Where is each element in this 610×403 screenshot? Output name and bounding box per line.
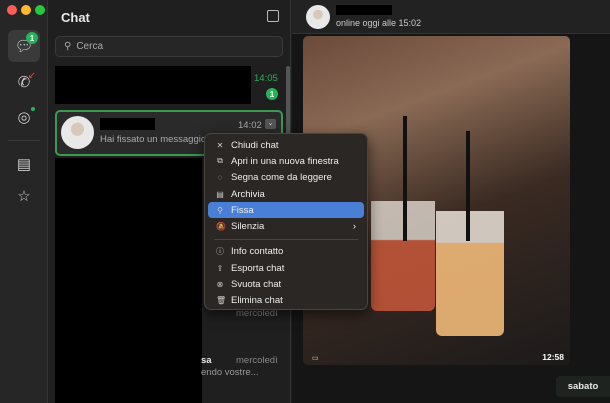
menu-item-archivia[interactable]: ▤ Archivia [208,186,364,202]
date-chip: sabato [556,376,610,397]
menu-item-label: Svuota chat [231,279,282,291]
chats-nav-button[interactable]: 💬︎ 1 [8,30,40,62]
status-nav-button[interactable]: ◎ [8,101,40,133]
esporta-chat-icon: ⇪ [216,263,224,273]
archivia-icon: ▤ [216,189,224,199]
starred-nav-button[interactable]: ☆ [8,180,40,212]
image-icon: ▭ [312,355,319,362]
menu-item-esporta-chat[interactable]: ⇪ Esporta chat [208,260,364,276]
svuota-chat-icon: ⊗ [216,280,224,290]
menu-item-label: Chiudi chat [231,139,279,151]
chevron-down-icon[interactable]: ⌄ [265,119,276,129]
missed-call-icon: ↙ [28,70,36,80]
menu-item-label: Silenzia [231,221,265,233]
menu-item-svuota-chat[interactable]: ⊗ Svuota chat [208,276,364,292]
sidebar-rail: 💬︎ 1 ✆ ↙ ◎ ▤ ☆ [0,0,48,403]
redacted-name [100,118,155,130]
status-icon: ◎ [17,109,31,126]
menu-item-label: Fissa [231,204,254,216]
menu-item-label: Archivia [231,188,265,200]
segna-come-da-leggere-icon: ◌ [217,173,223,183]
calls-nav-button[interactable]: ✆ ↙ [8,66,40,98]
new-chat-icon[interactable] [267,10,279,22]
redacted-name [336,5,392,15]
menu-item-fissa[interactable]: ⚲ Fissa [208,202,364,219]
minimize-window-button[interactable] [21,5,31,15]
redacted-area [55,158,202,403]
menu-item-label: Apri in una nuova finestra [231,155,339,167]
chevron-right-icon: › [352,221,356,233]
contact-avatar[interactable] [306,5,330,29]
close-window-button[interactable] [7,5,17,15]
menu-item-label: Info contatto [231,246,284,258]
menu-item-chiudi-chat[interactable]: ✕ Chiudi chat [208,137,364,153]
chat-header[interactable]: online oggi alle 15:02 [292,0,610,34]
menu-item-elimina-chat[interactable]: 🗑 Elimina chat [208,293,364,309]
page-title: Chat [61,10,90,25]
menu-item-label: Elimina chat [231,295,283,307]
avatar [61,116,94,149]
menu-item-segna-come-da-leggere[interactable]: ◌ Segna come da leggere [208,170,364,186]
star-icon: ☆ [17,188,31,205]
chiudi-chat-icon: ✕ [216,140,224,150]
context-menu: ✕ Chiudi chat ⧉ Apri in una nuova finestra ◌… [204,133,368,310]
apri-in-una-nuova-finestra-icon: ⧉ [217,156,223,166]
divider [8,140,40,141]
menu-divider [214,238,358,240]
zoom-window-button[interactable] [35,5,45,15]
menu-item-info-contatto[interactable]: ⓘ Info contatto [208,244,364,260]
fissa-icon: ⚲ [217,205,223,215]
menu-item-silenzia[interactable]: 🔕 Silenzia › [208,218,364,234]
search-icon: ⚲ [64,41,72,52]
search-input[interactable]: ⚲ Cerca [55,36,283,57]
elimina-chat-icon: 🗑 [216,296,227,306]
archive-icon: ▤ [16,156,32,173]
info-contatto-icon: ⓘ [216,247,224,257]
menu-item-apri-in-una-nuova-finestra[interactable]: ⧉ Apri in una nuova finestra [208,153,364,169]
silenzia-icon: 🔕 [216,222,226,232]
menu-item-label: Segna come da leggere [231,172,332,184]
archive-nav-button[interactable]: ▤ [8,148,40,180]
menu-item-label: Esporta chat [231,262,285,274]
redacted-chat [55,66,251,104]
